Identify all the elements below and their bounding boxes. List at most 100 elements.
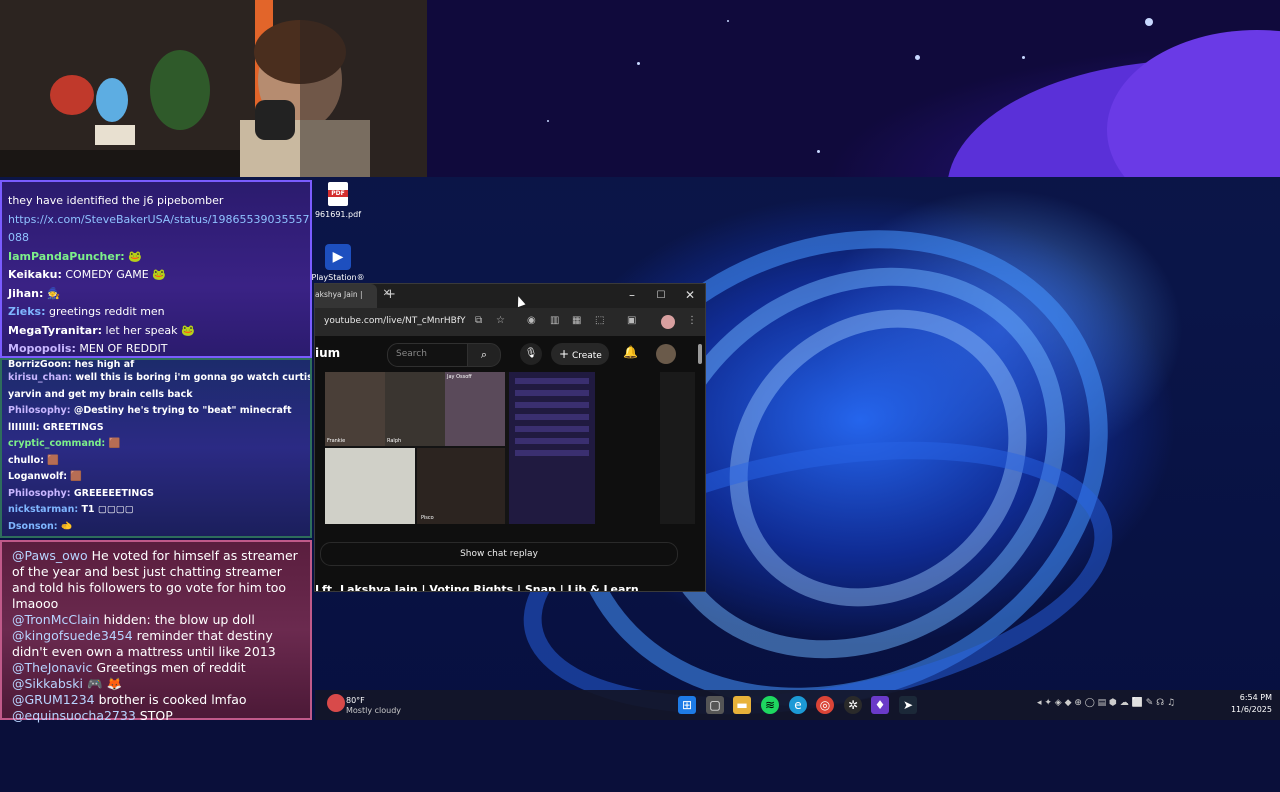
- chat-link[interactable]: https://x.com/SteveBakerUSA/status/19865…: [2, 211, 310, 230]
- desktop-icon-playstation[interactable]: ▶ PlayStation®: [308, 244, 368, 282]
- chat-username[interactable]: @Sikkabski: [12, 676, 83, 691]
- chat-username[interactable]: Philosophy:: [8, 488, 71, 499]
- create-label: Create: [571, 351, 602, 361]
- search-placeholder: Search: [396, 349, 427, 359]
- chat-username[interactable]: chullo:: [8, 455, 44, 466]
- new-tab-icon[interactable]: +: [385, 287, 396, 302]
- star: [637, 62, 640, 65]
- chat-username[interactable]: BorrizGoon:: [8, 360, 71, 370]
- install-icon[interactable]: ⧉: [475, 315, 482, 326]
- emote-icon: ▢▢▢▢: [97, 504, 134, 515]
- chat-line: Zieks: greetings reddit men: [2, 303, 310, 322]
- emote-icon: 🟫: [70, 471, 83, 482]
- star: [915, 55, 920, 60]
- weather-desc[interactable]: Mostly cloudy: [346, 706, 401, 715]
- chat-username[interactable]: MegaTyranitar:: [8, 324, 102, 337]
- chat-text: well this is boring i'm gonna go watch c…: [75, 372, 310, 383]
- extension-icon[interactable]: ▥: [550, 315, 559, 326]
- chat-line: yarvin and get my brain cells back: [2, 387, 310, 404]
- chat-username[interactable]: lIIIIIIl:: [8, 422, 40, 433]
- search-button[interactable]: ⌕: [467, 343, 501, 367]
- emote-icon: 🎮 🦊: [86, 676, 123, 691]
- file-explorer-icon[interactable]: ▬: [733, 696, 751, 714]
- maximize-icon[interactable]: ☐: [650, 290, 672, 301]
- chat-username[interactable]: @equinsuocha2733: [12, 708, 136, 723]
- chat-line: Jihan: 🧙: [2, 285, 310, 304]
- extension-icon[interactable]: ◉: [527, 315, 536, 326]
- emote-icon: 🐸: [152, 268, 166, 281]
- chat-username[interactable]: Mopopolis:: [8, 342, 76, 355]
- chat-username[interactable]: Loganwolf:: [8, 471, 67, 482]
- bookmark-star-icon[interactable]: ☆: [496, 315, 505, 326]
- puzzle-icon[interactable]: ⬚: [595, 315, 604, 326]
- clock-date[interactable]: 11/6/2025: [1220, 705, 1272, 714]
- search-icon: ⌕: [480, 348, 488, 361]
- chat-username[interactable]: nickstarman:: [8, 504, 78, 515]
- bell-icon[interactable]: 🔔: [623, 345, 638, 359]
- chat-line: IamPandaPuncher: 🐸: [2, 248, 310, 267]
- url-input[interactable]: youtube.com/live/NT_cMnrHBfY: [324, 316, 466, 326]
- chat-text: GREEEEETINGS: [73, 487, 154, 499]
- desktop-icon-pdf[interactable]: PDF 961691.pdf: [308, 182, 368, 219]
- edge-icon[interactable]: e: [789, 696, 807, 714]
- profile-avatar[interactable]: [661, 315, 675, 329]
- youtube-logo[interactable]: ium: [315, 346, 340, 360]
- chat-username[interactable]: @TheJonavic: [12, 660, 92, 675]
- scrollbar-thumb[interactable]: [698, 344, 702, 364]
- chat-text: Greetings men of reddit: [96, 660, 246, 675]
- chrome-icon[interactable]: ◎: [816, 696, 834, 714]
- chat-username[interactable]: @GRUM1234: [12, 692, 95, 707]
- close-window-icon[interactable]: ✕: [679, 288, 701, 302]
- chat-username[interactable]: Zieks:: [8, 305, 45, 318]
- chat-text: they have identified the j6 pipebomber: [8, 194, 224, 207]
- weather-temp[interactable]: 80°F: [346, 696, 365, 705]
- chat-text: @Destiny he's trying to "beat" minecraft: [73, 405, 292, 416]
- start-icon[interactable]: ⊞: [678, 696, 696, 714]
- spotify-icon[interactable]: ≋: [761, 696, 779, 714]
- minimize-icon[interactable]: –: [621, 288, 643, 302]
- chat-username[interactable]: Philosophy:: [8, 405, 71, 416]
- chat-username[interactable]: @Paws_owo: [12, 548, 88, 563]
- starfield-overlay: [427, 0, 1280, 177]
- extension-icon[interactable]: ▦: [572, 315, 581, 326]
- chat-username[interactable]: @TronMcClain: [12, 612, 100, 627]
- chat-panel-bottom: @Paws_owo He voted for himself as stream…: [0, 540, 312, 723]
- show-chat-replay-label: Show chat replay: [460, 549, 538, 559]
- chat-link-cont[interactable]: 088: [2, 229, 310, 248]
- chat-username[interactable]: @kingofsuede3454: [12, 628, 133, 643]
- search-input[interactable]: Search: [387, 343, 469, 367]
- chat-username[interactable]: Jihan:: [8, 287, 43, 300]
- chat-line: lIIIIIIl: GREETINGS: [2, 420, 310, 437]
- account-avatar[interactable]: [656, 344, 676, 364]
- browser-window[interactable]: akshya Jain | ✕ + – ☐ ✕ youtube.com/live…: [315, 284, 705, 591]
- steam-icon[interactable]: ➤: [899, 696, 917, 714]
- chat-text: 088: [8, 231, 29, 244]
- video-player[interactable]: Frankie Ralph Jay Ossoff Pisco: [325, 372, 595, 524]
- browser-tab-bar: akshya Jain | ✕ + – ☐ ✕: [315, 284, 705, 308]
- video-tile: Jay Ossoff: [445, 372, 505, 446]
- menu-icon[interactable]: ⋮: [687, 315, 697, 326]
- chat-username[interactable]: kirisu_chan:: [8, 372, 72, 383]
- embedded-chat: [509, 372, 595, 524]
- chat-username[interactable]: Keikaku:: [8, 268, 62, 281]
- app-icon[interactable]: ♦: [871, 696, 889, 714]
- browser-tab[interactable]: akshya Jain | ✕: [315, 284, 391, 308]
- tray-icons[interactable]: ◂ ✦ ◈ ◆ ⊕ ◯ ▤ ⬢ ☁ ⬜ ✎ ☊ ♫: [1037, 698, 1175, 708]
- chat-username[interactable]: cryptic_command:: [8, 438, 105, 449]
- video-tile: Pisco: [417, 448, 505, 524]
- clock-time[interactable]: 6:54 PM: [1220, 693, 1272, 702]
- chat-message: @TheJonavic Greetings men of reddit: [2, 660, 310, 676]
- mic-button[interactable]: 🎙: [520, 343, 542, 365]
- task-view-icon[interactable]: ▢: [706, 696, 724, 714]
- emote-icon: 🧙: [46, 286, 61, 300]
- weather-icon[interactable]: [327, 694, 345, 712]
- app-icon[interactable]: ✲: [844, 696, 862, 714]
- chat-username[interactable]: IamPandaPuncher:: [8, 250, 125, 263]
- show-chat-replay-button[interactable]: Show chat replay: [320, 542, 678, 566]
- create-button[interactable]: + Create: [551, 343, 609, 365]
- chat-username[interactable]: Dsonson:: [8, 521, 58, 532]
- webcam-feed: [0, 0, 427, 177]
- star: [1022, 56, 1025, 59]
- chat-line: Philosophy: GREEEEETINGS: [2, 486, 310, 503]
- sidepanel-icon[interactable]: ▣: [627, 315, 636, 326]
